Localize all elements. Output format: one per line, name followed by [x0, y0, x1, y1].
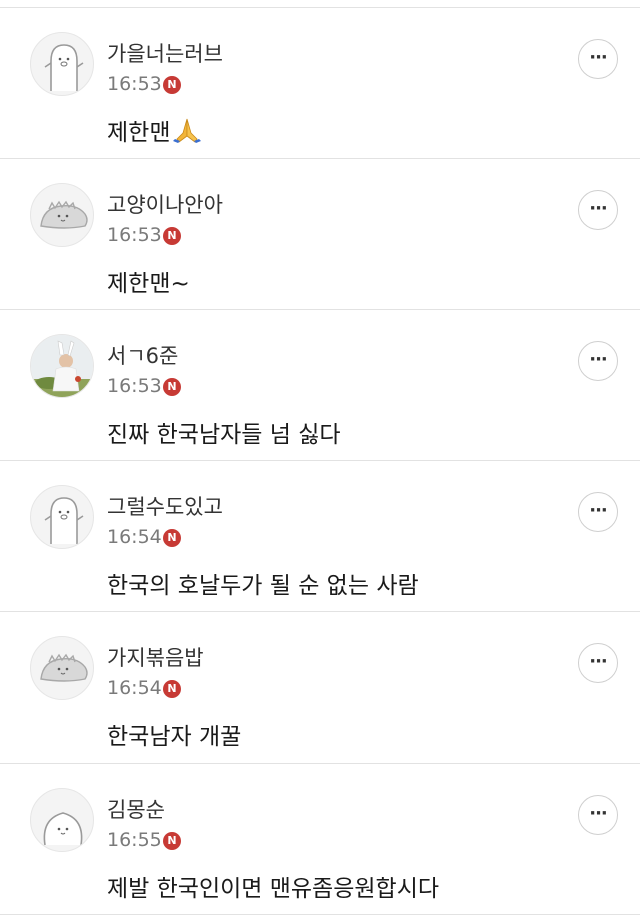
folded-hands-icon [173, 118, 202, 143]
more-options-button[interactable]: ··· [578, 492, 618, 532]
comment-time: 16:53 [107, 73, 162, 95]
comment-item: 고양이나안아 16:53 N 제한맨~ ··· [0, 159, 640, 310]
comment-author[interactable]: 고양이나안아 [107, 189, 223, 219]
new-badge: N [163, 227, 181, 245]
more-options-button[interactable]: ··· [578, 39, 618, 79]
comment-time: 16:55 [107, 829, 162, 851]
comment-author[interactable]: 서ㄱ6준 [107, 340, 178, 370]
more-options-button[interactable]: ··· [578, 795, 618, 835]
comment-item: 가지볶음밥 16:54 N 한국남자 개꿀 ··· [0, 612, 640, 763]
comment-item: 서ㄱ6준 16:53 N 진짜 한국남자들 넘 싫다 ··· [0, 310, 640, 461]
avatar[interactable] [30, 32, 94, 96]
more-dots-icon: ··· [589, 802, 607, 824]
comment-author[interactable]: 가지볶음밥 [107, 642, 204, 672]
dino-avatar-icon [40, 653, 88, 682]
more-options-button[interactable]: ··· [578, 190, 618, 230]
new-badge: N [163, 832, 181, 850]
more-dots-icon: ··· [589, 348, 607, 370]
comment-text: 한국의 호날두가 될 순 없는 사람 [107, 573, 419, 599]
comment-time: 16:53 [107, 224, 162, 246]
comment-list: 가을너는러브 16:53 N 제한맨 ··· 고양이나안아 16:53 N 제한 [0, 0, 640, 916]
new-badge: N [163, 680, 181, 698]
more-dots-icon: ··· [589, 499, 607, 521]
more-options-button[interactable]: ··· [578, 643, 618, 683]
new-badge: N [163, 76, 181, 94]
new-badge: N [163, 529, 181, 547]
comment-time: 16:54 [107, 677, 162, 699]
ghost-avatar-icon [44, 497, 84, 544]
avatar[interactable] [30, 334, 94, 398]
more-options-button[interactable]: ··· [578, 341, 618, 381]
more-dots-icon: ··· [589, 197, 607, 219]
more-dots-icon: ··· [589, 650, 607, 672]
comment-item: 그럴수도있고 16:54 N 한국의 호날두가 될 순 없는 사람 ··· [0, 461, 640, 612]
comment-author[interactable]: 김몽순 [107, 794, 165, 824]
comment-time: 16:53 [107, 375, 162, 397]
new-badge: N [163, 378, 181, 396]
more-dots-icon: ··· [589, 46, 607, 68]
comment-text: 한국남자 개꿀 [107, 724, 242, 750]
comment-text: 제발 한국인이면 맨유좀응원합시다 [107, 876, 440, 902]
blob-avatar-icon [43, 812, 83, 846]
comment-text: 제한맨 [107, 113, 202, 147]
comment-time: 16:54 [107, 526, 162, 548]
avatar[interactable] [30, 183, 94, 247]
comment-text-content: 제한맨 [107, 120, 171, 146]
avatar[interactable] [30, 636, 94, 700]
avatar[interactable] [30, 485, 94, 549]
avatar[interactable] [30, 788, 94, 852]
comment-author[interactable]: 그럴수도있고 [107, 491, 223, 521]
comment-text: 제한맨~ [107, 271, 190, 297]
comment-text: 진짜 한국남자들 넘 싫다 [107, 422, 341, 448]
dino-avatar-icon [40, 200, 88, 229]
comment-author[interactable]: 가을너는러브 [107, 38, 223, 68]
comment-item: 가을너는러브 16:53 N 제한맨 ··· [0, 8, 640, 159]
photo-avatar-icon [31, 335, 93, 397]
ghost-avatar-icon [44, 44, 84, 91]
divider [0, 914, 640, 915]
comment-item: 김몽순 16:55 N 제발 한국인이면 맨유좀응원합시다 ··· [0, 764, 640, 915]
